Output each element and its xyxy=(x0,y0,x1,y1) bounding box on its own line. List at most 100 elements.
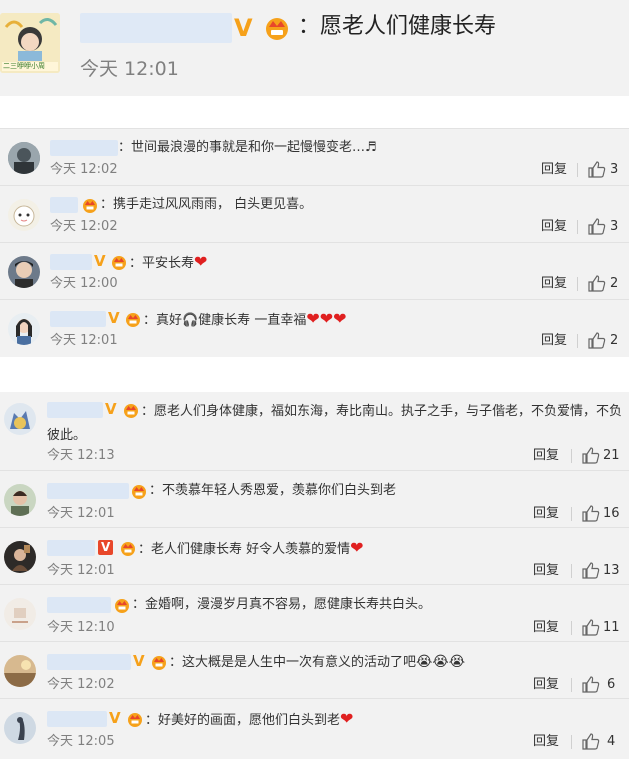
crown-icon xyxy=(132,485,146,499)
commenter-name-blurred[interactable] xyxy=(47,597,111,613)
commenter-name-blurred[interactable] xyxy=(50,311,106,327)
heart-emoji: ❤ xyxy=(350,538,364,557)
like-count: 4 xyxy=(607,734,616,749)
comment-time: 今天 12:01 xyxy=(50,333,118,348)
commenter-avatar[interactable] xyxy=(8,256,40,288)
comment-list-2: V ：愿老人们身体健康，福如东海，寿比南山。执子之手，与子偕老，不负爱情，不负彼… xyxy=(0,392,629,759)
crying-emoji: 😭😭😭 xyxy=(416,654,466,670)
comment-text: ：老人们健康长寿 好令人羡慕的爱情❤ xyxy=(138,538,364,557)
comment-text: ：不羡慕年轻人秀恩爱，羡慕你们白头到老 xyxy=(149,483,397,498)
comment-item: ：不羡慕年轻人秀恩爱，羡慕你们白头到老 今天 12:01 回复 16 xyxy=(0,470,629,527)
post-author-name-blurred[interactable] xyxy=(80,13,232,43)
like-count: 3 xyxy=(610,219,619,234)
commenter-avatar[interactable] xyxy=(4,655,36,687)
divider xyxy=(577,277,578,291)
reply-button[interactable]: 回复 xyxy=(533,677,559,693)
post-author-avatar[interactable]: 二三咿咿小周 xyxy=(0,13,60,73)
comment-item: V ：愿老人们身体健康，福如东海，寿比南山。执子之手，与子偕老，不负爱情，不负彼… xyxy=(0,392,629,470)
vip-v-badge: V xyxy=(109,709,121,727)
heart-emoji: ❤❤❤ xyxy=(306,309,347,328)
comment-text: ：金婚啊，漫漫岁月真不容易，愿健康长寿共白头。 xyxy=(132,597,432,612)
heart-emoji: ❤ xyxy=(340,709,354,728)
vip-v-badge: V xyxy=(133,652,145,670)
comment-time: 今天 12:00 xyxy=(50,276,118,291)
commenter-avatar[interactable] xyxy=(8,199,40,231)
comment-item: V ：这大概是是人生中一次有意义的活动了吧😭😭😭 今天 12:02 回复 6 xyxy=(0,641,629,698)
comment-time: 今天 12:02 xyxy=(47,677,115,692)
divider xyxy=(577,334,578,348)
comment-item: V ：平安长寿❤ 今天 12:00 回复 2 xyxy=(0,242,629,299)
like-count: 3 xyxy=(610,162,619,177)
comment-item: ：金婚啊，漫漫岁月真不容易，愿健康长寿共白头。 今天 12:10 回复 11 xyxy=(0,584,629,641)
comment-item: ：携手走过风风雨雨， 白头更见喜。 今天 12:02 回复 3 xyxy=(0,185,629,242)
divider xyxy=(577,220,578,234)
commenter-avatar[interactable] xyxy=(4,598,36,630)
thumbs-up-icon[interactable] xyxy=(582,447,600,464)
commenter-name-blurred[interactable] xyxy=(50,254,92,270)
thumbs-up-icon[interactable] xyxy=(588,218,606,235)
thumbs-up-icon[interactable] xyxy=(588,161,606,178)
like-count: 13 xyxy=(603,563,620,578)
crown-icon xyxy=(121,542,135,556)
commenter-name-blurred[interactable] xyxy=(47,540,95,556)
comment-text: ：这大概是是人生中一次有意义的活动了吧😭😭😭 xyxy=(169,654,466,670)
comment-item: V ：老人们健康长寿 好令人羡慕的爱情❤ 今天 12:01 回复 13 xyxy=(0,527,629,584)
thumbs-up-icon[interactable] xyxy=(582,733,600,750)
comment-time: 今天 12:01 xyxy=(47,506,115,521)
vip-v-badge: V xyxy=(98,540,114,555)
commenter-avatar[interactable] xyxy=(4,403,36,435)
crown-icon xyxy=(83,199,97,213)
divider xyxy=(577,163,578,177)
vip-v-badge: V xyxy=(108,309,120,327)
thumbs-up-icon[interactable] xyxy=(582,562,600,579)
comment-text: ：愿老人们身体健康，福如东海，寿比南山。执子之手，与子偕老，不负爱情，不负彼此。 xyxy=(47,404,623,443)
comment-text: ：世间最浪漫的事就是和你一起慢慢变老…♬ xyxy=(118,140,377,155)
comment-time: 今天 12:10 xyxy=(47,620,115,635)
thumbs-up-icon[interactable] xyxy=(582,676,600,693)
commenter-avatar[interactable] xyxy=(8,313,40,345)
comment-item: V ：真好🎧健康长寿 一直幸福❤❤❤ 今天 12:01 回复 2 xyxy=(0,299,629,357)
reply-button[interactable]: 回复 xyxy=(533,620,559,636)
post-timestamp: 今天 12:01 xyxy=(80,58,179,80)
divider xyxy=(571,678,572,692)
commenter-name-blurred[interactable] xyxy=(50,140,118,156)
reply-button[interactable]: 回复 xyxy=(533,448,559,464)
crown-icon xyxy=(112,256,126,270)
like-count: 16 xyxy=(603,506,620,521)
commenter-avatar[interactable] xyxy=(4,541,36,573)
thumbs-up-icon[interactable] xyxy=(582,619,600,636)
heart-emoji: ❤ xyxy=(194,252,208,271)
commenter-avatar[interactable] xyxy=(4,712,36,744)
reply-button[interactable]: 回复 xyxy=(541,162,567,178)
reply-button[interactable]: 回复 xyxy=(541,276,567,292)
commenter-name-blurred[interactable] xyxy=(50,197,78,213)
comment-time: 今天 12:13 xyxy=(47,448,115,463)
divider xyxy=(571,564,572,578)
like-count: 21 xyxy=(603,448,620,463)
comment-item: V ：好美好的画面，愿他们白头到老❤ 今天 12:05 回复 4 xyxy=(0,698,629,759)
post-content: ：愿老人们健康长寿 xyxy=(298,14,497,39)
reply-button[interactable]: 回复 xyxy=(541,333,567,349)
like-count: 2 xyxy=(610,333,619,348)
commenter-avatar[interactable] xyxy=(8,142,40,174)
commenter-name-blurred[interactable] xyxy=(47,483,129,499)
divider xyxy=(571,449,572,463)
crown-icon xyxy=(128,713,142,727)
thumbs-up-icon[interactable] xyxy=(588,275,606,292)
commenter-name-blurred[interactable] xyxy=(47,711,107,727)
comment-list-1: ：世间最浪漫的事就是和你一起慢慢变老…♬ 今天 12:02 回复 3 ：携手走过… xyxy=(0,128,629,357)
reply-button[interactable]: 回复 xyxy=(533,563,559,579)
crown-icon xyxy=(152,656,166,670)
comment-time: 今天 12:05 xyxy=(47,734,115,749)
commenter-name-blurred[interactable] xyxy=(47,654,131,670)
divider xyxy=(571,507,572,521)
commenter-avatar[interactable] xyxy=(4,484,36,516)
divider xyxy=(571,735,572,749)
reply-button[interactable]: 回复 xyxy=(541,219,567,235)
comment-time: 今天 12:02 xyxy=(50,162,118,177)
comment-time: 今天 12:01 xyxy=(47,563,115,578)
thumbs-up-icon[interactable] xyxy=(582,505,600,522)
reply-button[interactable]: 回复 xyxy=(533,506,559,522)
reply-button[interactable]: 回复 xyxy=(533,734,559,750)
thumbs-up-icon[interactable] xyxy=(588,332,606,349)
